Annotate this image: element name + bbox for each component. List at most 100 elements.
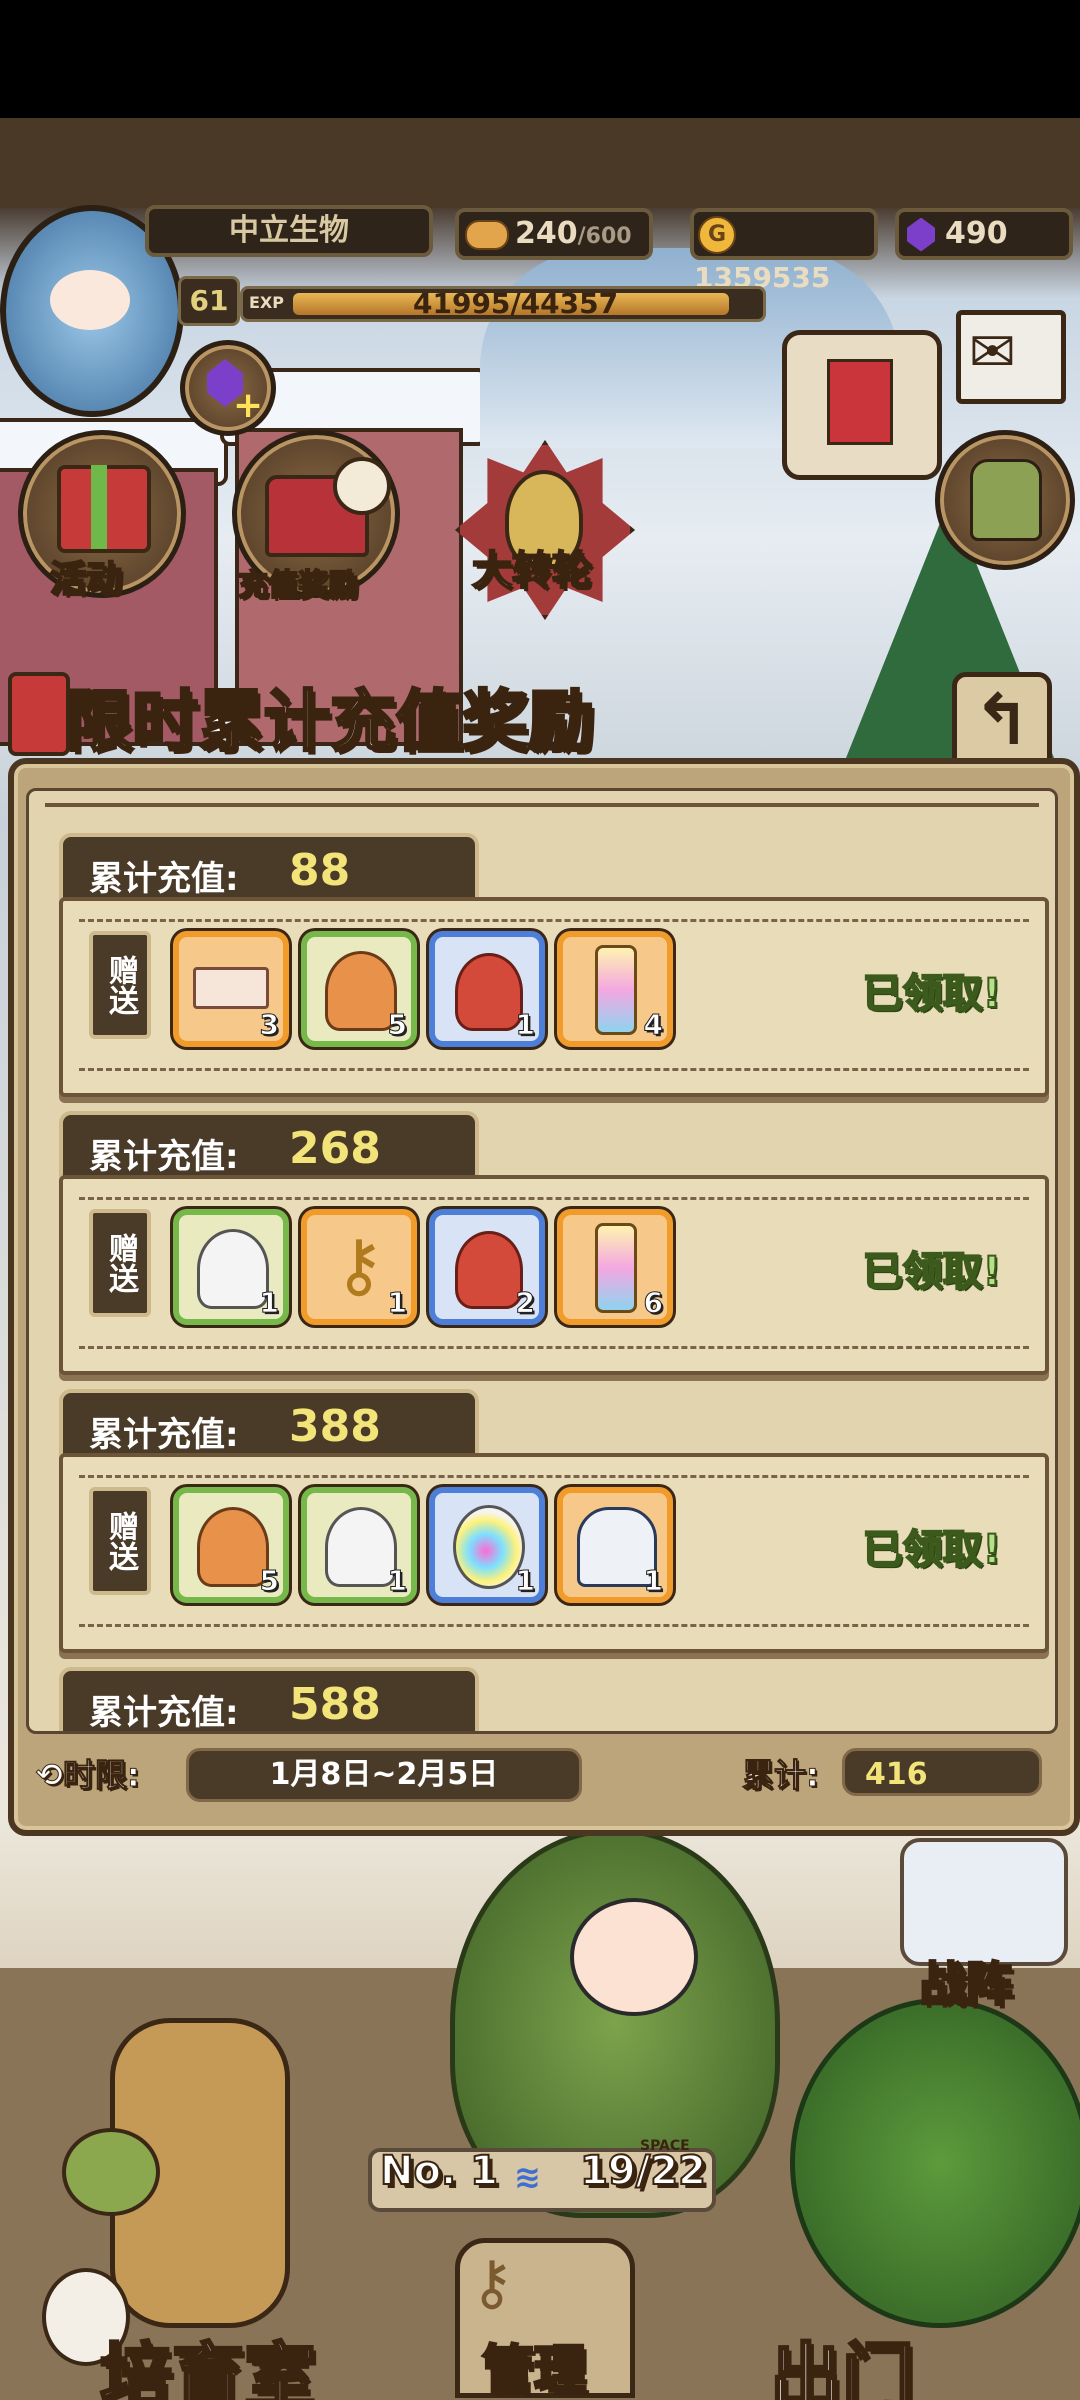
reward-count: 2 bbox=[515, 1286, 536, 1320]
bread-icon bbox=[465, 219, 509, 250]
zone-name: 中立生物 bbox=[145, 205, 433, 257]
avatar-face bbox=[50, 270, 130, 330]
chest-title-icon bbox=[8, 672, 70, 756]
time-range: 1月8日~2月5日 bbox=[186, 1748, 582, 1802]
panel-title: 限时累计充值奖励 bbox=[65, 682, 596, 762]
reward-slot[interactable]: 1 bbox=[173, 1209, 289, 1325]
reward-count: 3 bbox=[259, 1008, 280, 1042]
reward-slot[interactable]: 1 bbox=[429, 931, 545, 1047]
reward-panel: 累计充值: 88 赠送 3 5 1 4 已领取! 累计充值: 268 赠送 1 … bbox=[8, 758, 1080, 1836]
gem-amount: 490 bbox=[945, 216, 1008, 251]
list-top-divider bbox=[45, 803, 1039, 807]
reward-count: 1 bbox=[515, 1564, 536, 1598]
reward-slot[interactable]: 6 bbox=[557, 1209, 673, 1325]
space-icon: ≋ bbox=[514, 2158, 541, 2196]
nav-nursery[interactable]: 培育室 bbox=[98, 2318, 317, 2400]
tier-amount: 88 bbox=[289, 845, 351, 896]
clock-icon bbox=[333, 457, 391, 515]
nav-manage[interactable]: 管理 bbox=[480, 2328, 587, 2400]
tier-row: 累计充值: 588 bbox=[59, 1667, 1041, 1731]
tier-tab: 累计充值: 388 bbox=[59, 1389, 479, 1459]
dashed-divider bbox=[79, 1475, 1029, 1478]
white-slime-icon bbox=[197, 1229, 269, 1309]
gift-tag: 赠送 bbox=[89, 1209, 151, 1317]
stamina-max: /600 bbox=[577, 224, 632, 249]
orange-slime-icon bbox=[197, 1507, 269, 1587]
gem-bar[interactable]: 490 bbox=[895, 208, 1073, 260]
claimed-status: 已领取! bbox=[862, 970, 1002, 1018]
green-egg bbox=[62, 2128, 160, 2216]
orange-slime-icon bbox=[325, 951, 397, 1031]
tier-row: 累计充值: 388 赠送 5 1 1 1 已领取! bbox=[59, 1389, 1049, 1659]
backpack-button[interactable] bbox=[935, 430, 1075, 570]
reward-count: 6 bbox=[643, 1286, 664, 1320]
wheel-label[interactable]: 大转轮 bbox=[471, 538, 593, 596]
dashed-divider bbox=[79, 1068, 1029, 1071]
envelope-icon: ✉ bbox=[969, 320, 1016, 385]
reward-slot[interactable]: 1 bbox=[557, 1487, 673, 1603]
red-pudding-icon bbox=[455, 953, 523, 1031]
exp-label: EXP bbox=[249, 293, 284, 312]
tier-tab: 累计充值: 88 bbox=[59, 833, 479, 903]
stamina-bar[interactable]: 240/600 bbox=[455, 208, 653, 260]
nav-exit[interactable]: 出门 bbox=[768, 2318, 915, 2400]
gift-ribbon bbox=[91, 465, 107, 549]
reward-list[interactable]: 累计充值: 88 赠送 3 5 1 4 已领取! 累计充值: 268 赠送 1 … bbox=[26, 788, 1058, 1734]
time-label: 时限: bbox=[62, 1756, 140, 1795]
formation-icon[interactable] bbox=[900, 1838, 1068, 1966]
reward-slot[interactable]: ⚷ 1 bbox=[301, 1209, 417, 1325]
quest-scroll-button[interactable] bbox=[782, 330, 942, 480]
exp-text: 41995/44357 bbox=[413, 287, 619, 320]
tier-label: 累计充值: bbox=[89, 1415, 239, 1455]
reward-slot[interactable]: 5 bbox=[301, 931, 417, 1047]
gold-bar[interactable]: G1359535 bbox=[690, 208, 878, 294]
panel-footer: ⟲时限: 1月8日~2月5日 累计: 416 bbox=[26, 1744, 1052, 1808]
back-button[interactable]: ↰ bbox=[952, 672, 1052, 772]
key-icon: ⚷ bbox=[470, 2248, 514, 2318]
reward-slot[interactable]: 2 bbox=[429, 1209, 545, 1325]
stamina-current: 240 bbox=[515, 216, 578, 251]
reward-slot[interactable]: 4 bbox=[557, 931, 673, 1047]
red-pudding-icon bbox=[455, 1231, 523, 1309]
tier-card: 赠送 3 5 1 4 已领取! bbox=[59, 897, 1049, 1097]
character-face bbox=[570, 1898, 698, 2016]
ticket-icon bbox=[193, 967, 269, 1009]
dashed-divider bbox=[79, 1346, 1029, 1349]
reward-count: 1 bbox=[515, 1008, 536, 1042]
activity-label[interactable]: 活动 bbox=[49, 550, 123, 602]
reward-count: 1 bbox=[387, 1286, 408, 1320]
player-level: 61 bbox=[178, 276, 240, 326]
buy-gem-button[interactable]: + bbox=[180, 340, 276, 436]
dashed-divider bbox=[79, 919, 1029, 922]
tier-label: 累计充值: bbox=[89, 859, 239, 899]
claimed-status: 已领取! bbox=[862, 1526, 1002, 1574]
mail-button[interactable]: ✉ bbox=[956, 310, 1066, 404]
potion-bottle-icon bbox=[595, 945, 637, 1035]
reward-count: 4 bbox=[643, 1008, 664, 1042]
total-label: 累计: bbox=[742, 1756, 820, 1795]
exp-bar: EXP 41995/44357 bbox=[240, 286, 766, 322]
tier-amount: 588 bbox=[289, 1679, 381, 1730]
reward-slot[interactable]: 1 bbox=[301, 1487, 417, 1603]
tier-card bbox=[59, 1731, 1049, 1734]
reward-count: 1 bbox=[643, 1564, 664, 1598]
reward-slot[interactable]: 1 bbox=[429, 1487, 545, 1603]
tier-amount: 268 bbox=[289, 1123, 381, 1174]
reward-count: 1 bbox=[387, 1564, 408, 1598]
tier-card: 赠送 1 ⚷ 1 2 6 已领取! bbox=[59, 1175, 1049, 1375]
potion-bottle-icon bbox=[595, 1223, 637, 1313]
reward-slot[interactable]: 3 bbox=[173, 931, 289, 1047]
formation-label[interactable]: 战阵 bbox=[919, 1948, 1014, 2014]
plus-icon: + bbox=[233, 385, 264, 426]
gold-coin-icon: G bbox=[698, 215, 736, 254]
purple-gem-icon bbox=[907, 217, 935, 252]
rainbow-egg-icon bbox=[453, 1505, 525, 1589]
reward-slot[interactable]: 5 bbox=[173, 1487, 289, 1603]
tier-row: 累计充值: 88 赠送 3 5 1 4 已领取! bbox=[59, 833, 1049, 1103]
claimed-status: 已领取! bbox=[862, 1248, 1002, 1296]
tier-card: 赠送 5 1 1 1 已领取! bbox=[59, 1453, 1049, 1653]
reward-count: 5 bbox=[259, 1564, 280, 1598]
time-limit: ⟲时限: bbox=[36, 1750, 141, 1796]
rank-label: No. 1 bbox=[379, 2147, 499, 2195]
recharge-reward-label[interactable]: 充值奖励 bbox=[237, 560, 359, 604]
